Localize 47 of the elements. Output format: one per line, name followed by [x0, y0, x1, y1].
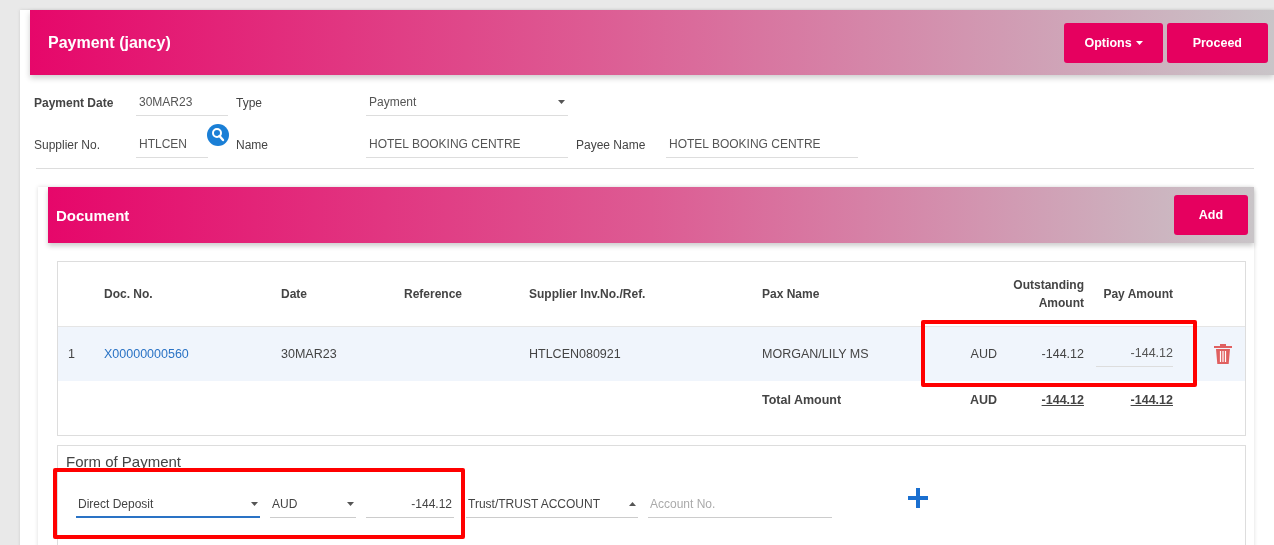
type-dropdown[interactable]: Payment — [366, 95, 568, 116]
currency-dropdown[interactable]: AUD — [270, 497, 356, 518]
column-header: Pax Name — [762, 287, 821, 301]
column-header: Outstanding Amount — [1012, 277, 1084, 312]
table-cell-text: 30MAR23 — [281, 347, 338, 361]
table-cell-text: HTLCEN080921 — [529, 347, 622, 361]
section-title: Form of Payment — [65, 452, 183, 470]
account-dropdown[interactable]: Trust/TRUST ACCOUNT — [466, 497, 638, 518]
section-title: Document — [56, 206, 131, 224]
total-pay-amount: -144.12 — [1129, 393, 1173, 407]
column-header: Date — [281, 287, 308, 301]
table-cell-text: MORGAN/LILY MS — [762, 347, 870, 361]
field-label: Name — [236, 138, 269, 154]
trash-icon[interactable] — [1213, 343, 1233, 365]
field-label: Supplier No. — [34, 138, 102, 154]
table-cell-text: AUD — [969, 347, 997, 361]
caret-icon — [629, 502, 636, 506]
table-cell-text: -144.12 — [1040, 347, 1084, 361]
pay-amount-field[interactable]: -144.12 — [1096, 341, 1173, 367]
field-label: Type — [236, 96, 263, 112]
field-label: Payment Date — [34, 96, 115, 112]
row-number: 1 — [67, 347, 76, 361]
caret-icon — [347, 502, 354, 506]
column-header: Reference — [404, 287, 464, 301]
payment-method-dropdown[interactable]: Direct Deposit — [76, 497, 260, 518]
field-label: Payee Name — [576, 138, 647, 154]
date-field[interactable]: 30MAR23 — [136, 95, 228, 116]
caret-icon — [558, 100, 565, 104]
add-icon[interactable] — [908, 488, 928, 508]
column-header: Supplier Inv.No./Ref. — [529, 287, 647, 301]
total-label: Total Amount — [762, 393, 843, 407]
payee-field[interactable]: HOTEL BOOKING CENTRE — [666, 137, 858, 158]
name-field[interactable]: HOTEL BOOKING CENTRE — [366, 137, 568, 158]
document-link[interactable]: X00000000560 — [104, 347, 281, 361]
caret-icon — [1135, 40, 1143, 45]
page-title: Payment (jancy) — [48, 33, 172, 52]
column-header: Pay Amount — [1102, 287, 1173, 301]
column-header: Doc. No. — [104, 287, 154, 301]
caret-icon — [251, 502, 258, 506]
total-outstanding: -144.12 — [1040, 393, 1084, 407]
search-icon[interactable] — [207, 124, 229, 146]
amount-field[interactable]: -144.12 — [366, 497, 454, 518]
add-button[interactable]: Add — [1174, 195, 1248, 235]
total-currency: AUD — [968, 393, 997, 407]
proceed-button[interactable]: Proceed — [1166, 22, 1268, 63]
supplier-field[interactable]: HTLCEN — [136, 137, 208, 158]
options-button[interactable]: Options — [1064, 22, 1163, 63]
